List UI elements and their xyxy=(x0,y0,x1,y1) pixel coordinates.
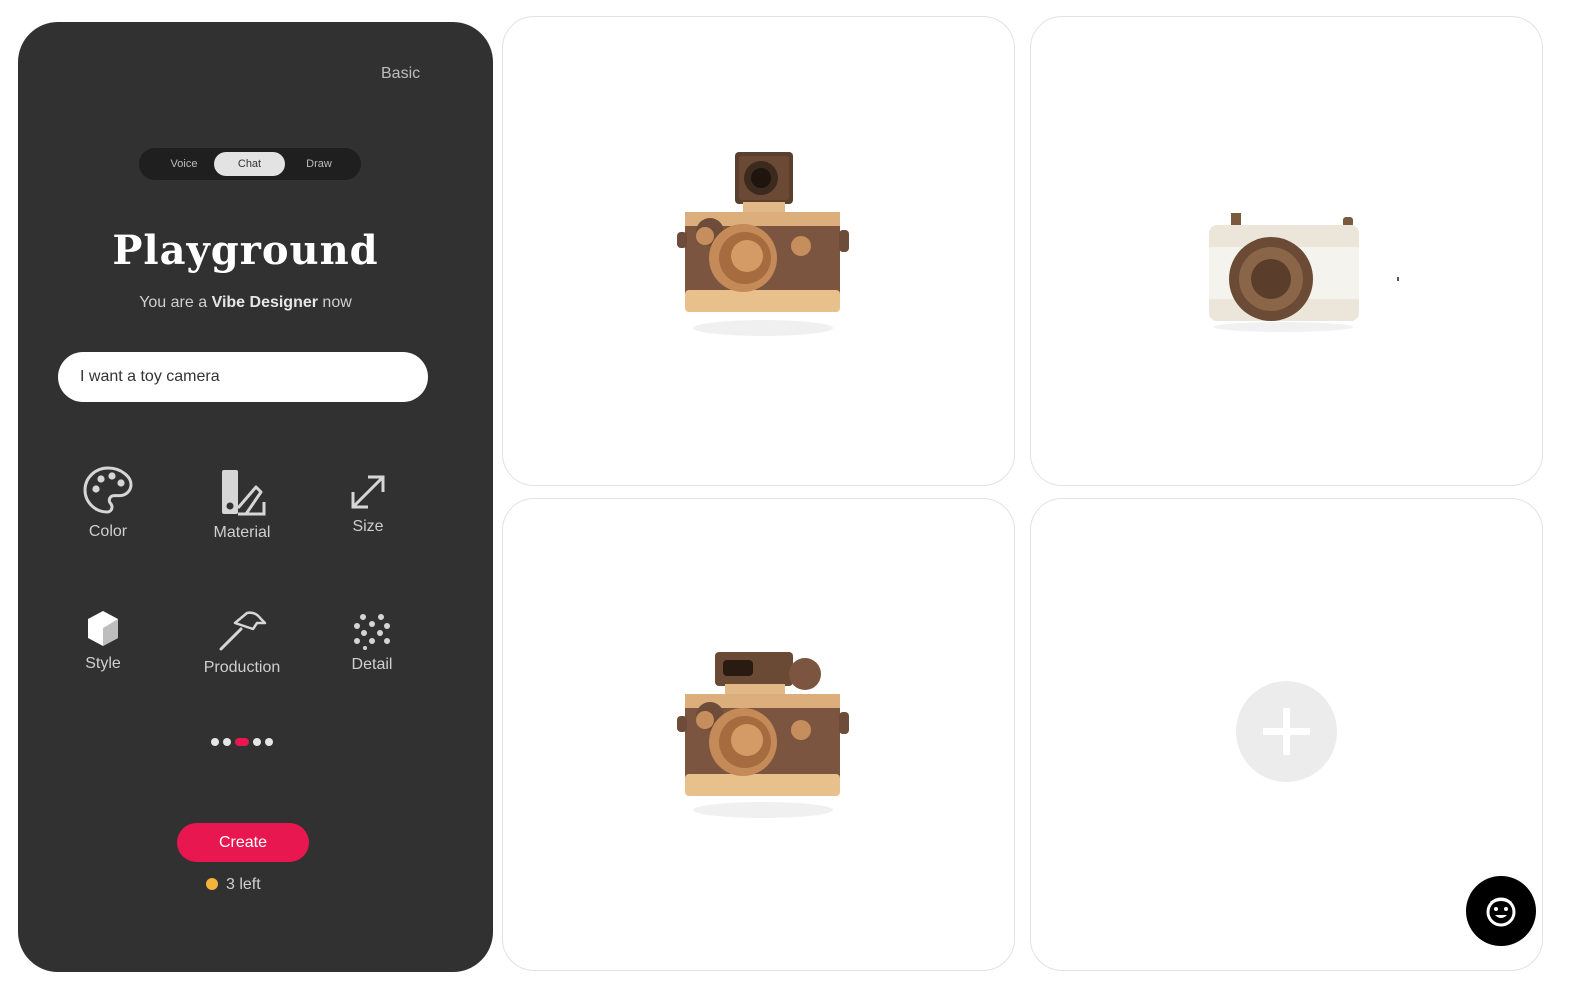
tab-chat[interactable]: Chat xyxy=(214,152,285,176)
hammer-icon xyxy=(219,611,267,651)
white-wooden-camera-image xyxy=(1209,213,1399,332)
credits-remaining: 3 left xyxy=(206,876,261,894)
cube-icon xyxy=(88,611,118,646)
option-label: Style xyxy=(85,655,121,672)
option-color[interactable]: Color xyxy=(48,465,168,541)
result-card-2[interactable] xyxy=(1030,16,1543,486)
page-title: Playground xyxy=(112,227,379,274)
create-button[interactable]: Create xyxy=(177,823,309,862)
plus-icon xyxy=(1263,708,1310,755)
subtitle-suffix: now xyxy=(317,294,352,311)
subtitle: You are a Vibe Designer now xyxy=(18,294,473,312)
add-button[interactable] xyxy=(1236,681,1337,782)
pager-dot-active[interactable] xyxy=(235,738,249,746)
option-production[interactable]: Production xyxy=(182,609,302,677)
basic-mode-link[interactable]: Basic xyxy=(381,65,420,83)
wooden-camera-viewfinder-image xyxy=(677,152,849,336)
input-mode-tabs: Voice Chat Draw xyxy=(139,148,361,180)
result-card-3[interactable] xyxy=(502,498,1015,971)
wooden-camera-flash-image xyxy=(677,652,849,818)
assistant-button[interactable] xyxy=(1466,876,1536,946)
control-panel: Basic Voice Chat Draw Playground You are… xyxy=(18,22,493,972)
credits-remaining-label: 3 left xyxy=(226,876,261,893)
palette-icon xyxy=(83,466,133,514)
dots-grid-icon xyxy=(354,614,390,650)
option-label: Size xyxy=(352,518,384,535)
pager-dot[interactable] xyxy=(211,738,219,746)
option-size[interactable]: Size xyxy=(308,472,428,536)
option-label: Color xyxy=(88,523,128,540)
pager-dot[interactable] xyxy=(223,738,231,746)
result-card-1[interactable] xyxy=(502,16,1015,486)
option-detail[interactable]: Detail xyxy=(312,612,432,674)
resize-arrow-icon xyxy=(351,475,385,509)
option-label: Production xyxy=(203,659,281,676)
coin-icon xyxy=(206,878,218,890)
subtitle-prefix: You are a xyxy=(139,294,212,311)
prompt-input[interactable] xyxy=(58,352,428,402)
option-label: Detail xyxy=(351,656,393,673)
tab-draw[interactable]: Draw xyxy=(285,152,353,176)
option-material[interactable]: Material xyxy=(182,468,302,542)
pager-dot[interactable] xyxy=(253,738,261,746)
subtitle-role: Vibe Designer xyxy=(211,294,318,311)
pager-dot[interactable] xyxy=(265,738,273,746)
tab-voice[interactable]: Voice xyxy=(153,152,215,176)
option-style[interactable]: Style xyxy=(43,609,163,673)
option-label: Material xyxy=(213,524,271,541)
swatch-icon xyxy=(222,470,266,516)
smiley-face-icon xyxy=(1486,897,1516,927)
